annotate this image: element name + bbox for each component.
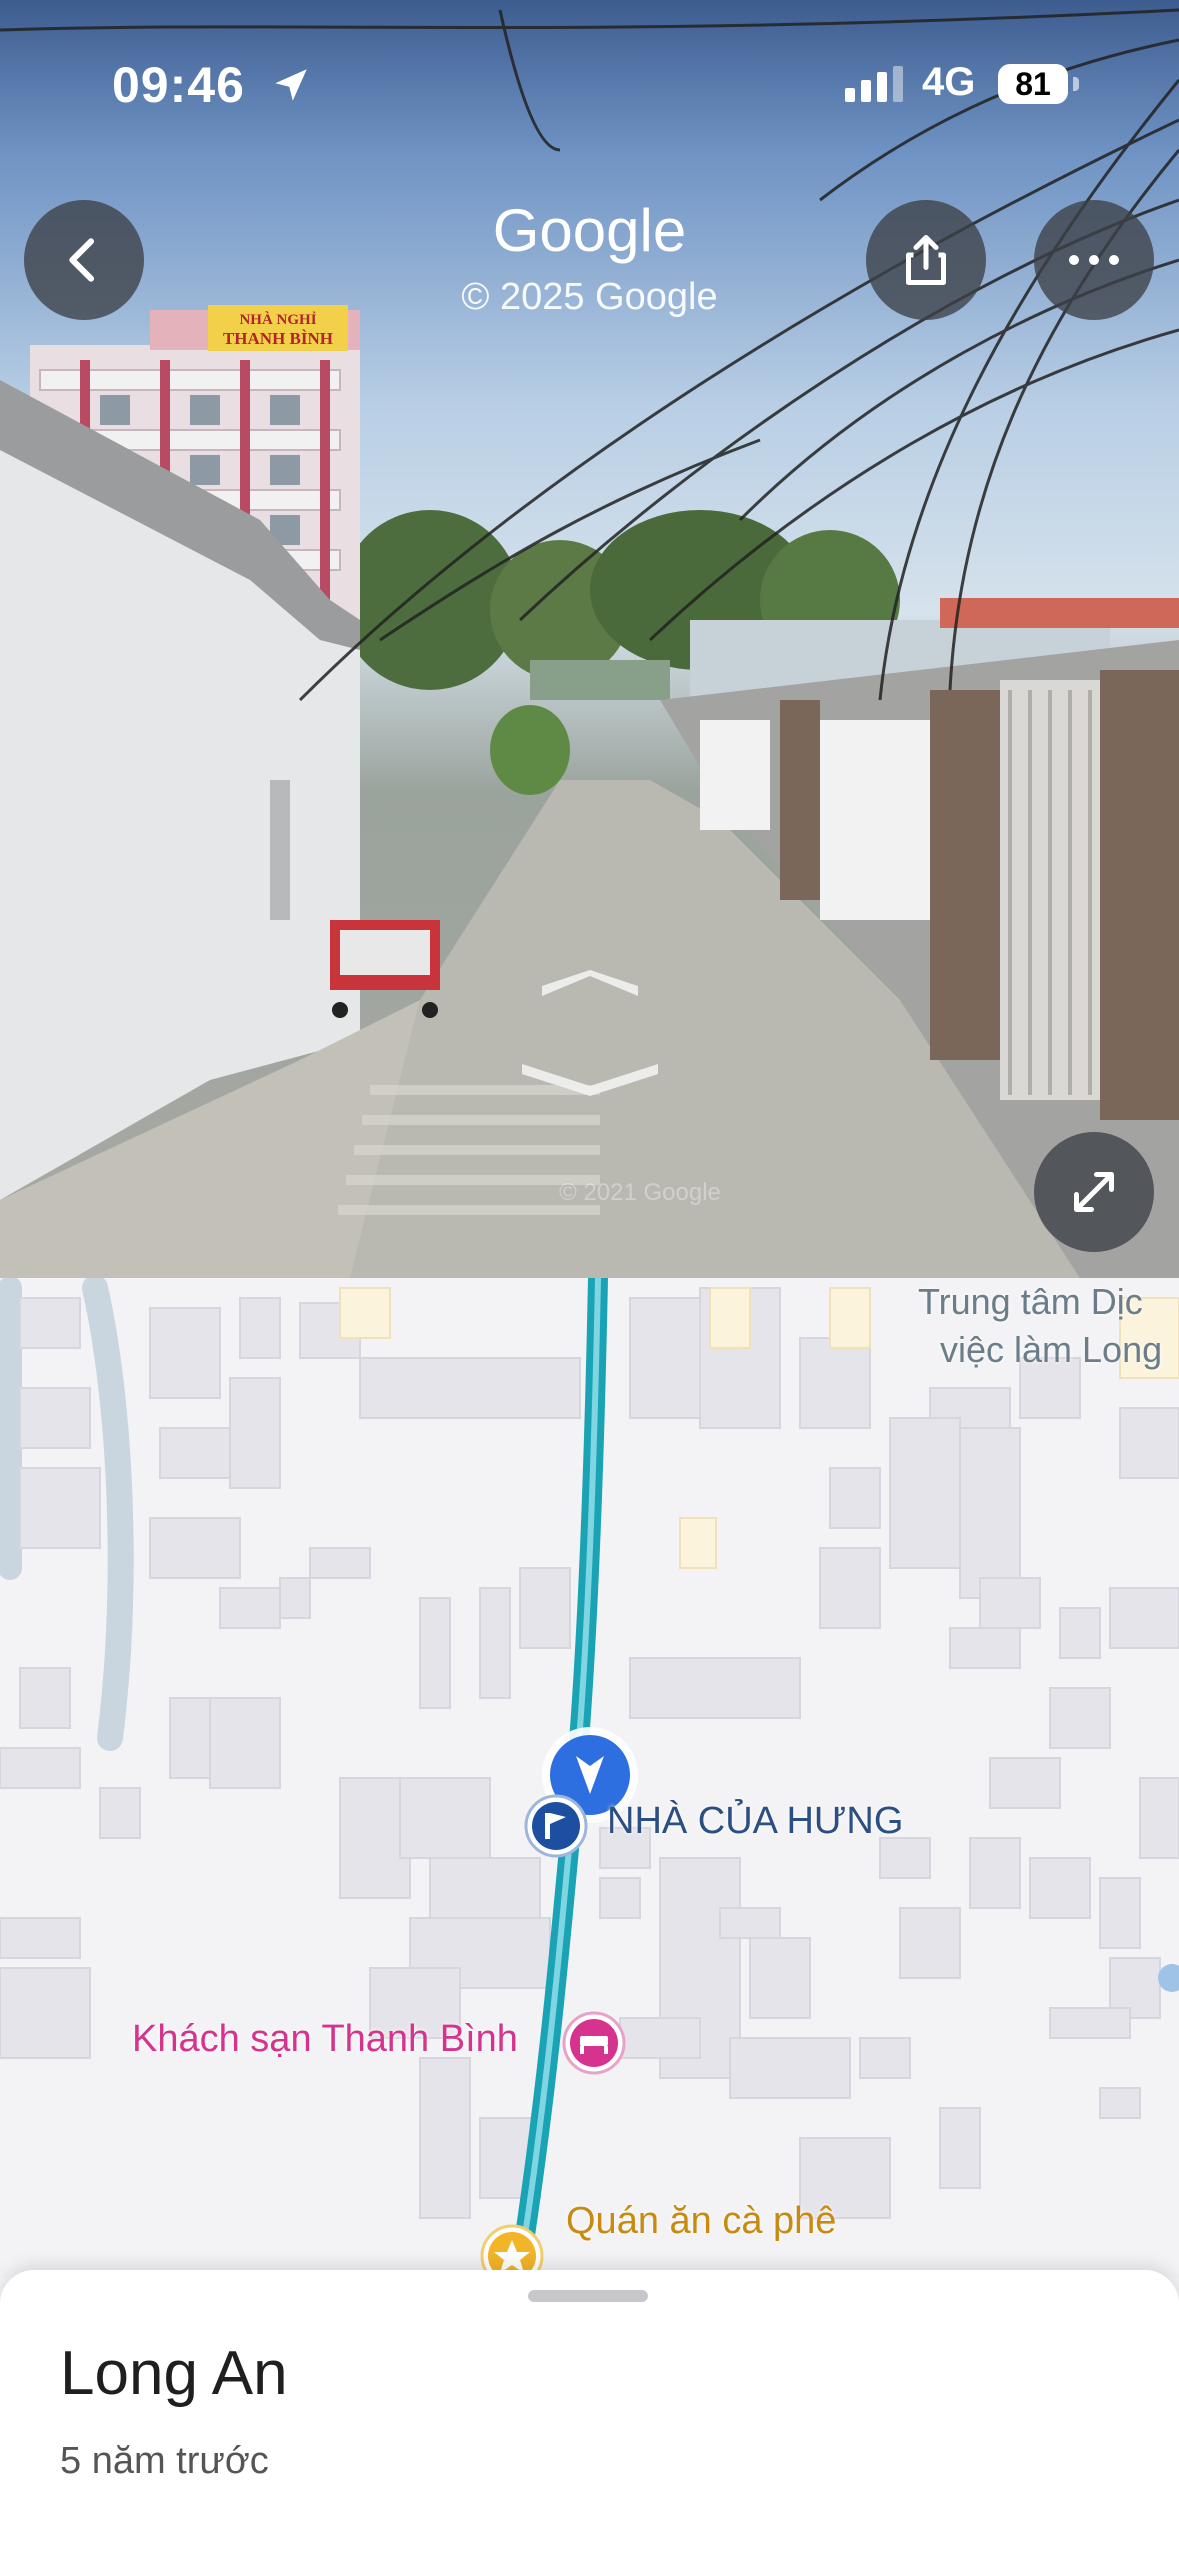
google-brand: Google <box>492 197 687 264</box>
imagery-copyright: © 2025 Google <box>461 276 718 318</box>
poi-training-center-line2: việc làm Long <box>940 1329 1163 1370</box>
status-bar: 09:46 4G 81 <box>0 0 1179 150</box>
map-view[interactable]: Trung tâm Dịc việc làm Long NHÀ CỦA HƯNG… <box>0 1278 1179 2278</box>
home-pin-icon <box>532 1802 580 1850</box>
poi-training-center-label[interactable]: Trung tâm Dịc việc làm Long <box>918 1278 1162 1374</box>
poi-home-label[interactable]: NHÀ CỦA HƯNG <box>607 1800 903 1843</box>
share-icon <box>906 235 946 285</box>
imagery-age: 5 năm trước <box>60 2440 269 2482</box>
location-arrow-icon <box>275 69 307 101</box>
more-horizontal-icon <box>1069 255 1119 265</box>
expand-button[interactable] <box>1034 1132 1154 1252</box>
expand-icon <box>1074 1172 1114 1212</box>
more-button[interactable] <box>1034 200 1154 320</box>
network-type: 4G <box>922 60 976 104</box>
share-button[interactable] <box>866 200 986 320</box>
place-bottom-sheet[interactable]: Long An 5 năm trước <box>0 2270 1179 2556</box>
sheet-grabber[interactable] <box>528 2290 648 2302</box>
move-forward-arrow-icon[interactable] <box>538 970 642 1000</box>
imagery-watermark: © 2021 Google <box>559 1179 721 1206</box>
move-backward-arrow-icon[interactable] <box>518 1060 662 1096</box>
poi-cafe-label[interactable]: Quán ăn cà phê <box>566 2200 836 2243</box>
street-view-panorama[interactable]: NHÀ NGHỈ THANH BÌNH © 2021 Google 09:46 … <box>0 0 1179 1278</box>
hotel-sign-line2: THANH BÌNH <box>223 329 333 348</box>
poi-hotel-label[interactable]: Khách sạn Thanh Bình <box>132 2018 518 2061</box>
battery-indicator: 81 <box>998 64 1068 104</box>
battery-tip <box>1073 77 1079 91</box>
place-title: Long An <box>60 2339 288 2408</box>
cellular-signal-icon <box>845 66 903 102</box>
poi-training-center-line1: Trung tâm Dịc <box>918 1281 1143 1322</box>
map-canvas <box>0 1278 1179 2278</box>
status-time: 09:46 <box>112 57 245 113</box>
